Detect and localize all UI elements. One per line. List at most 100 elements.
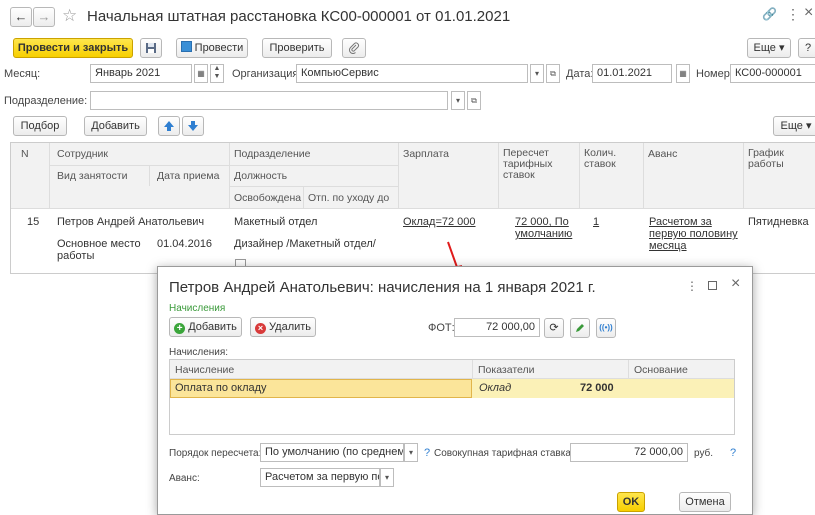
department-field[interactable] — [90, 91, 448, 110]
attach-button[interactable] — [342, 38, 366, 58]
advance-dropdown-button[interactable]: ▾ — [380, 468, 394, 487]
accrual-add-button[interactable]: + Добавить — [169, 317, 242, 337]
add-button[interactable]: Добавить — [84, 116, 147, 136]
date-label: Дата: — [566, 68, 594, 80]
move-up-button[interactable] — [158, 116, 180, 136]
fot-field[interactable]: 72 000,00 — [454, 318, 540, 337]
col-basis[interactable]: Основание — [634, 364, 688, 376]
select-button[interactable]: Подбор — [13, 116, 67, 136]
recalc-help[interactable]: ? — [424, 447, 430, 459]
accrual-name: Оплата по окладу — [175, 382, 267, 394]
delete-circle-icon: × — [254, 323, 266, 334]
accrual-delete-button[interactable]: × Удалить — [250, 317, 316, 337]
cancel-button[interactable]: Отмена — [679, 492, 731, 512]
accrual-add-label: Добавить — [188, 321, 237, 333]
col-position[interactable]: Должность — [234, 170, 287, 182]
fot-edit-button[interactable] — [570, 318, 590, 338]
col-vacated[interactable]: Освобождена — [234, 192, 301, 204]
accrual-value: 72 000 — [580, 382, 614, 394]
number-label: Номер: — [696, 68, 733, 80]
accrual-row[interactable]: Оплата по окладу Оклад 72 000 — [170, 379, 734, 398]
col-accrual[interactable]: Начисление — [175, 364, 234, 376]
save-icon — [146, 43, 156, 53]
rate-field[interactable]: 72 000,00 — [570, 443, 688, 462]
favorite-star-icon[interactable]: ☆ — [62, 6, 77, 26]
col-leave[interactable]: Отп. по уходу до — [308, 192, 389, 204]
fot-refresh-button[interactable]: ⟳ — [544, 318, 564, 338]
col-recalc[interactable]: Пересчет тарифных ставок — [503, 148, 577, 181]
department-dropdown-button[interactable]: ▾ — [451, 91, 465, 110]
fot-broadcast-button[interactable]: ((•)) — [596, 318, 616, 338]
col-department[interactable]: Подразделение — [234, 148, 311, 160]
accruals-list-label: Начисления: — [169, 347, 229, 358]
row-schedule: Пятидневка — [748, 216, 809, 228]
org-dropdown-button[interactable]: ▾ — [530, 64, 544, 83]
row-salary-link[interactable]: Оклад=72 000 — [403, 216, 476, 228]
month-label: Месяц: — [4, 68, 41, 80]
accrual-delete-label: Удалить — [269, 321, 312, 333]
col-salary[interactable]: Зарплата — [403, 148, 449, 160]
row-department: Макетный отдел — [234, 216, 318, 228]
col-rates[interactable]: Колич. ставок — [584, 148, 634, 170]
dialog-maximize-icon[interactable] — [708, 281, 717, 290]
row-recalc-link[interactable]: 72 000, По умолчанию — [515, 216, 577, 240]
month-field[interactable]: Январь 2021 — [90, 64, 192, 83]
link-icon[interactable]: 🔗 — [762, 7, 777, 21]
save-button[interactable] — [140, 38, 162, 58]
month-calendar-button[interactable]: ▦ — [194, 64, 208, 83]
department-open-button[interactable]: ⧉ — [467, 91, 481, 110]
accruals-table: Начисление Показатели Основание Оплата п… — [169, 359, 735, 435]
row-rates-link[interactable]: 1 — [593, 216, 599, 228]
post-button[interactable]: Провести — [176, 38, 248, 58]
date-field[interactable]: 01.01.2021 — [592, 64, 672, 83]
row-advance-link[interactable]: Расчетом за первую половину месяца — [649, 216, 741, 252]
dialog-title: Петров Андрей Анатольевич: начисления на… — [169, 279, 596, 296]
number-field[interactable]: КС00-000001 — [730, 64, 815, 83]
row-employment: Основное место работы — [57, 238, 141, 262]
back-button[interactable]: ← — [10, 7, 32, 27]
post-and-close-button[interactable]: Провести и закрыть — [13, 38, 133, 58]
dialog-close-icon[interactable]: × — [731, 275, 740, 293]
paperclip-icon — [348, 42, 359, 55]
advance-field[interactable]: Расчетом за первую полс — [260, 468, 380, 487]
date-calendar-button[interactable]: ▦ — [676, 64, 690, 83]
org-field[interactable]: КомпьюСервис — [296, 64, 528, 83]
forward-button[interactable]: → — [33, 7, 55, 27]
recalc-label: Порядок пересчета: — [169, 448, 262, 459]
col-indicators[interactable]: Показатели — [478, 364, 535, 376]
col-n[interactable]: N — [21, 148, 29, 160]
col-advance[interactable]: Аванс — [648, 148, 677, 160]
arrow-up-icon — [164, 121, 174, 131]
more-icon[interactable]: ⋮ — [786, 6, 800, 23]
more-button[interactable]: Еще ▾ — [747, 38, 791, 58]
table-more-button[interactable]: Еще ▾ — [773, 116, 815, 136]
col-hire-date[interactable]: Дата приема — [157, 170, 219, 182]
pencil-icon — [576, 324, 584, 332]
month-stepper[interactable]: ▲ ▼ — [210, 64, 224, 83]
rate-help[interactable]: ? — [730, 447, 736, 459]
row-employee: Петров Андрей Анатольевич — [57, 216, 205, 228]
dialog-more-icon[interactable]: ⋮ — [686, 279, 698, 293]
row-n: 15 — [27, 216, 40, 228]
plus-circle-icon: + — [174, 323, 186, 334]
department-label: Подразделение: — [4, 95, 88, 107]
move-down-button[interactable] — [182, 116, 204, 136]
col-employee[interactable]: Сотрудник — [57, 148, 108, 160]
advance-label: Аванс: — [169, 473, 200, 484]
help-button[interactable]: ? — [798, 38, 815, 58]
recalc-field[interactable]: По умолчанию (по среднемеся — [260, 443, 404, 462]
col-schedule[interactable]: График работы — [748, 148, 798, 170]
fot-label: ФОТ: — [428, 322, 455, 334]
accrual-indicator: Оклад — [479, 382, 512, 394]
row-position: Дизайнер /Макетный отдел/ — [234, 238, 376, 250]
arrow-down-icon — [188, 121, 198, 131]
post-icon — [180, 41, 192, 52]
main-table: N Сотрудник Вид занятости Дата приема По… — [10, 142, 815, 274]
close-icon[interactable]: × — [804, 4, 813, 22]
recalc-dropdown-button[interactable]: ▾ — [404, 443, 418, 462]
table-more-label: Еще — [780, 120, 803, 132]
ok-button[interactable]: OK — [617, 492, 645, 512]
check-button[interactable]: Проверить — [262, 38, 332, 58]
org-open-button[interactable]: ⧉ — [546, 64, 560, 83]
col-employment[interactable]: Вид занятости — [57, 170, 128, 182]
